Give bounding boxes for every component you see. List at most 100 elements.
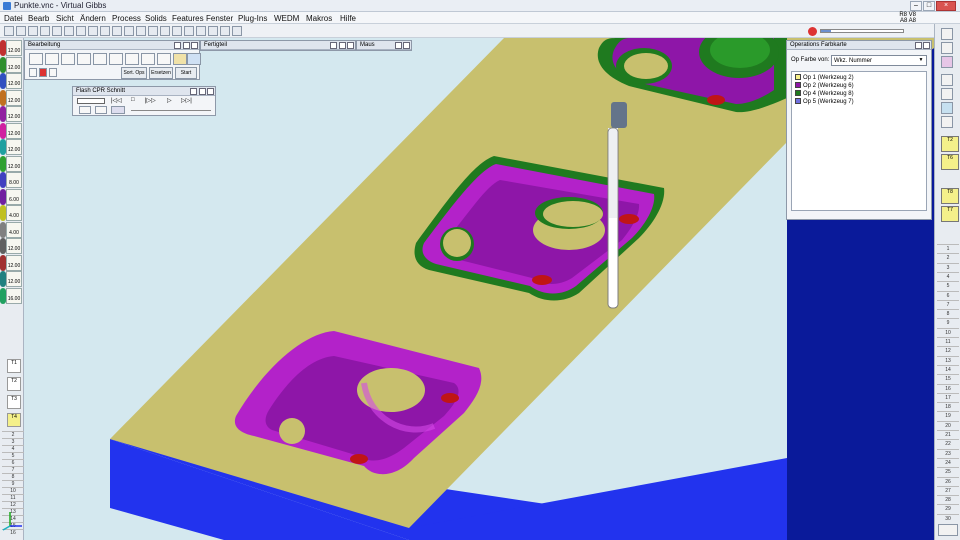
maus-minimize-button[interactable] (395, 42, 402, 49)
op-icon-9[interactable] (157, 53, 171, 65)
status-indicator[interactable] (938, 524, 958, 536)
stop-square-icon[interactable]: □ (131, 97, 135, 103)
tool-button-9[interactable]: 8.00 (6, 172, 22, 188)
op-icon-2[interactable] (45, 53, 59, 65)
toolbar-button-2[interactable] (16, 26, 26, 36)
menu-process[interactable]: Process (112, 14, 141, 23)
toolbar-button-14[interactable] (160, 26, 170, 36)
menu-wedm[interactable]: WEDM (274, 14, 299, 23)
op-icon-3[interactable] (61, 53, 75, 65)
op-color-item[interactable]: Op 5 (Werkzeug 7) (795, 98, 854, 106)
op-icon-10[interactable] (173, 53, 187, 65)
view-icon-6[interactable] (941, 102, 953, 114)
op-farbe-select[interactable]: Wkz. Nummer ▼ (831, 55, 927, 66)
menu-bearb[interactable]: Bearb (28, 14, 49, 23)
toolbar-button-7[interactable] (76, 26, 86, 36)
tool-button-1[interactable]: 12.00 (6, 40, 22, 56)
menu-fenster[interactable]: Fenster (206, 14, 233, 23)
op-icon-6[interactable] (109, 53, 123, 65)
op-color-item[interactable]: Op 2 (Werkzeug 6) (795, 82, 854, 90)
tool-button-11[interactable]: 4.00 (6, 205, 22, 221)
op-icon-1[interactable] (29, 53, 43, 65)
ersetzen-button[interactable]: Ersetzen (149, 67, 173, 79)
stop-icon[interactable] (808, 27, 817, 36)
view-icon-1[interactable] (941, 28, 953, 40)
right-tool-slot-2[interactable]: T6 (941, 154, 959, 170)
tool-button-2[interactable]: 12.00 (6, 56, 22, 73)
flash-minimize-button[interactable] (199, 88, 206, 95)
op-icon-5[interactable] (93, 53, 107, 65)
toolbar-button-3[interactable] (28, 26, 38, 36)
view-icon-4[interactable] (941, 74, 953, 86)
view-icon-7[interactable] (941, 116, 953, 128)
tool-button-6[interactable]: 12.00 (6, 122, 22, 139)
fast-forward-icon[interactable]: ▷▷| (181, 97, 192, 104)
flash-speed-field[interactable] (77, 98, 105, 104)
tool-button-3[interactable]: 12.00 (6, 73, 22, 89)
tool-button-10[interactable]: 6.00 (6, 188, 22, 205)
menu-makros[interactable]: Makros (306, 14, 332, 23)
opfarbe-help-button[interactable] (915, 42, 922, 49)
play-icon[interactable]: ▷ (167, 97, 172, 104)
toolbar-button-15[interactable] (172, 26, 182, 36)
flash-close-button[interactable] (207, 88, 214, 95)
toolbar-button-11[interactable] (124, 26, 134, 36)
tool-button-16[interactable]: 16.00 (6, 287, 22, 304)
op-small-icon-1[interactable] (29, 68, 37, 77)
view-icon-3[interactable] (941, 56, 953, 68)
toolbar-button-17[interactable] (196, 26, 206, 36)
fertigteil-close-button[interactable] (347, 42, 354, 49)
toolbar-button-16[interactable] (184, 26, 194, 36)
menu-datei[interactable]: Datei (4, 14, 23, 23)
tool-button-14[interactable]: 12.00 (6, 254, 22, 271)
view-icon-2[interactable] (941, 42, 953, 54)
flash-slider-track[interactable] (131, 110, 211, 111)
flash-tool-icon-1[interactable] (79, 106, 91, 114)
op-icon-11[interactable] (187, 53, 201, 65)
tool-button-8[interactable]: 12.00 (6, 155, 22, 172)
op-color-item[interactable]: Op 4 (Werkzeug 8) (795, 90, 854, 98)
toolbar-button-13[interactable] (148, 26, 158, 36)
flash-help-button[interactable] (190, 88, 197, 95)
right-tool-slot-3[interactable]: T8 (941, 188, 959, 204)
toolbar-button-6[interactable] (64, 26, 74, 36)
tool-button-13[interactable]: 12.00 (6, 238, 22, 254)
op-small-icon-3[interactable] (49, 68, 57, 77)
fertigteil-minimize-button[interactable] (339, 42, 346, 49)
tool-slot-b[interactable]: T2 (7, 377, 21, 391)
maximize-button[interactable]: □ (923, 1, 935, 11)
view-icon-5[interactable] (941, 88, 953, 100)
step-back-icon[interactable]: |▷▷ (145, 97, 156, 104)
toolbar-button-19[interactable] (220, 26, 230, 36)
flash-tool-icon-3[interactable] (111, 106, 125, 114)
right-tool-slot-4[interactable]: T7 (941, 206, 959, 222)
tool-button-5[interactable]: 12.00 (6, 106, 22, 122)
right-tool-slot-1[interactable]: T2 (941, 136, 959, 152)
toolbar-button-1[interactable] (4, 26, 14, 36)
opfarbe-close-button[interactable] (923, 42, 930, 49)
close-button[interactable]: × (936, 1, 956, 11)
start-button[interactable]: Start (175, 67, 197, 79)
toolbar-button-9[interactable] (100, 26, 110, 36)
op-icon-8[interactable] (141, 53, 155, 65)
maus-close-button[interactable] (403, 42, 410, 49)
first-frame-icon[interactable]: |◁◁ (111, 97, 122, 104)
tool-button-4[interactable]: 12.00 (6, 89, 22, 106)
tool-slot-c[interactable]: T3 (7, 395, 21, 409)
op-small-icon-2[interactable] (39, 68, 47, 77)
tool-button-15[interactable]: 12.00 (6, 271, 22, 287)
toolbar-button-4[interactable] (40, 26, 50, 36)
menu-solids[interactable]: Solids (145, 14, 167, 23)
menu-aendern[interactable]: Ändern (80, 14, 106, 23)
tool-slot-a[interactable]: T1 (7, 359, 21, 373)
toolbar-button-10[interactable] (112, 26, 122, 36)
op-icon-4[interactable] (77, 53, 91, 65)
flash-tool-icon-2[interactable] (95, 106, 107, 114)
minimize-button[interactable]: – (910, 1, 922, 11)
fertigteil-help-button[interactable] (330, 42, 337, 49)
3d-viewport[interactable]: Bearbeitung Sort. Ops Ersetzen Start Fer… (24, 38, 934, 540)
menu-sicht[interactable]: Sicht (56, 14, 74, 23)
toolbar-button-5[interactable] (52, 26, 62, 36)
menu-hilfe[interactable]: Hilfe (340, 14, 356, 23)
panel-close-button[interactable] (191, 42, 198, 49)
